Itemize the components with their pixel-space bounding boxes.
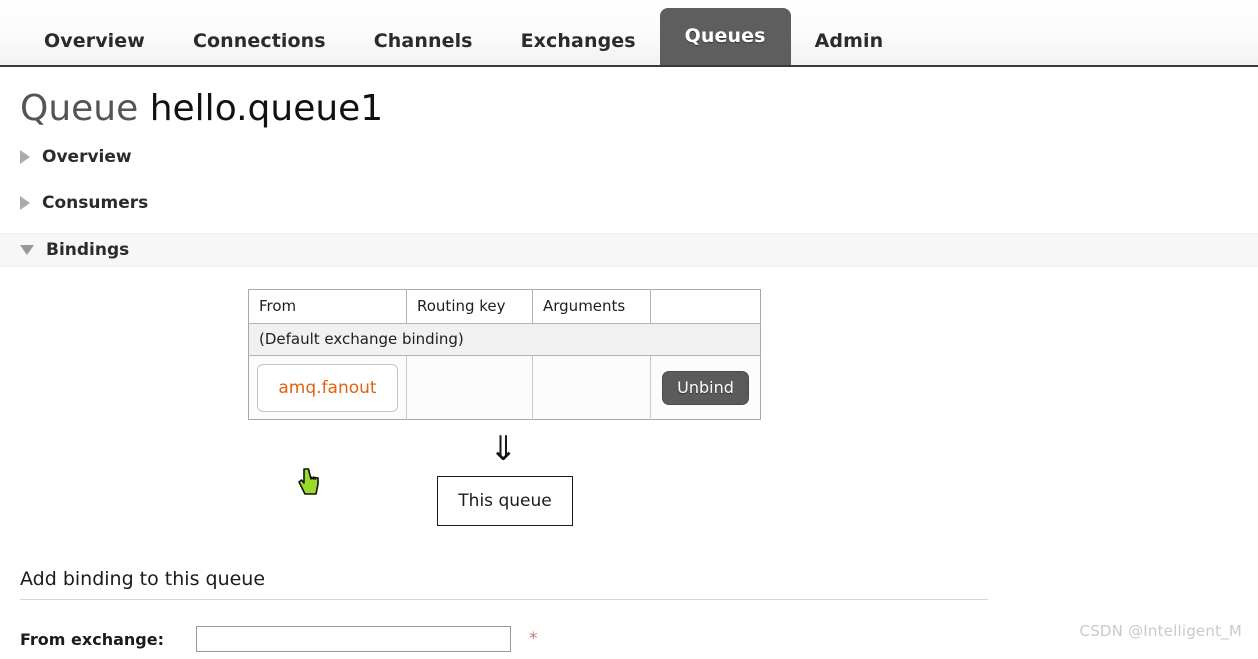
column-header-routing-key: Routing key (406, 289, 533, 324)
table-header-row: From Routing key Arguments (248, 289, 761, 324)
from-exchange-row: From exchange: * (20, 626, 1258, 652)
bindings-table-head: From Routing key Arguments (248, 289, 761, 324)
column-header-actions (650, 289, 761, 324)
from-exchange-input[interactable] (196, 626, 511, 652)
section-bindings-label: Bindings (46, 240, 130, 260)
section-consumers-header[interactable]: Consumers (20, 193, 1258, 213)
page-title-object-type: Queue (20, 88, 139, 129)
default-exchange-binding-label: (Default exchange binding) (248, 323, 761, 356)
table-row: amq.fanout Unbind (248, 355, 761, 420)
exchange-link-amq-fanout[interactable]: amq.fanout (278, 378, 376, 398)
column-header-from: From (248, 289, 407, 324)
arrow-down-icon: ⇓ (489, 429, 518, 469)
section-consumers[interactable]: Consumers (0, 187, 1258, 219)
nav-tab-exchanges-item: Exchanges (497, 17, 660, 65)
cell-from: amq.fanout (248, 355, 407, 420)
nav-tab-connections[interactable]: Connections (169, 17, 350, 65)
nav-tab-queues-item: Queues (659, 8, 791, 65)
nav-tab-overview-item: Overview (20, 17, 169, 65)
nav-tab-connections-item: Connections (169, 17, 350, 65)
nav-tab-overview[interactable]: Overview (20, 17, 169, 65)
bindings-table: From Routing key Arguments (Default exch… (248, 289, 761, 420)
default-exchange-binding-row: (Default exchange binding) (248, 323, 761, 356)
nav-tab-channels[interactable]: Channels (350, 17, 497, 65)
nav-tab-admin-item: Admin (791, 17, 908, 65)
unbind-button[interactable]: Unbind (662, 370, 749, 405)
section-overview[interactable]: Overview (0, 141, 1258, 173)
section-bindings-header[interactable]: Bindings (20, 240, 1258, 260)
main-navbar: Overview Connections Channels Exchanges … (0, 0, 1258, 67)
exchange-chip[interactable]: amq.fanout (257, 363, 398, 412)
triangle-right-icon (20, 150, 30, 164)
nav-tab-admin[interactable]: Admin (791, 17, 908, 65)
section-consumers-label: Consumers (42, 193, 149, 213)
this-queue-box: This queue (437, 476, 573, 526)
page-title-object-name: hello.queue1 (149, 88, 384, 129)
triangle-right-icon (20, 196, 30, 210)
watermark: CSDN @Intelligent_M (1079, 622, 1242, 640)
bindings-table-body: (Default exchange binding) amq.fanout Un… (248, 323, 761, 420)
triangle-down-icon (20, 245, 34, 255)
column-header-arguments: Arguments (532, 289, 651, 324)
cell-routing-key (406, 355, 533, 420)
page-title: Queue hello.queue1 (0, 67, 1258, 127)
nav-tab-queues[interactable]: Queues (659, 8, 791, 65)
section-overview-label: Overview (42, 147, 132, 167)
section-overview-header[interactable]: Overview (20, 147, 1258, 167)
binding-flow-diagram: ⇓ This queue (0, 420, 1258, 526)
page-content: Queue hello.queue1 Overview Consumers Bi… (0, 67, 1258, 652)
cell-arguments (532, 355, 651, 420)
nav-tab-exchanges[interactable]: Exchanges (497, 17, 660, 65)
section-bindings[interactable]: Bindings (0, 233, 1258, 267)
bindings-table-wrapper: From Routing key Arguments (Default exch… (0, 267, 1258, 420)
cell-actions: Unbind (650, 355, 761, 420)
nav-tab-list: Overview Connections Channels Exchanges … (20, 0, 907, 65)
add-binding-heading: Add binding to this queue (20, 568, 988, 600)
nav-tab-channels-item: Channels (350, 17, 497, 65)
from-exchange-label: From exchange: (20, 629, 164, 649)
add-binding-form: Add binding to this queue From exchange:… (0, 568, 1258, 652)
required-marker: * (529, 629, 538, 649)
